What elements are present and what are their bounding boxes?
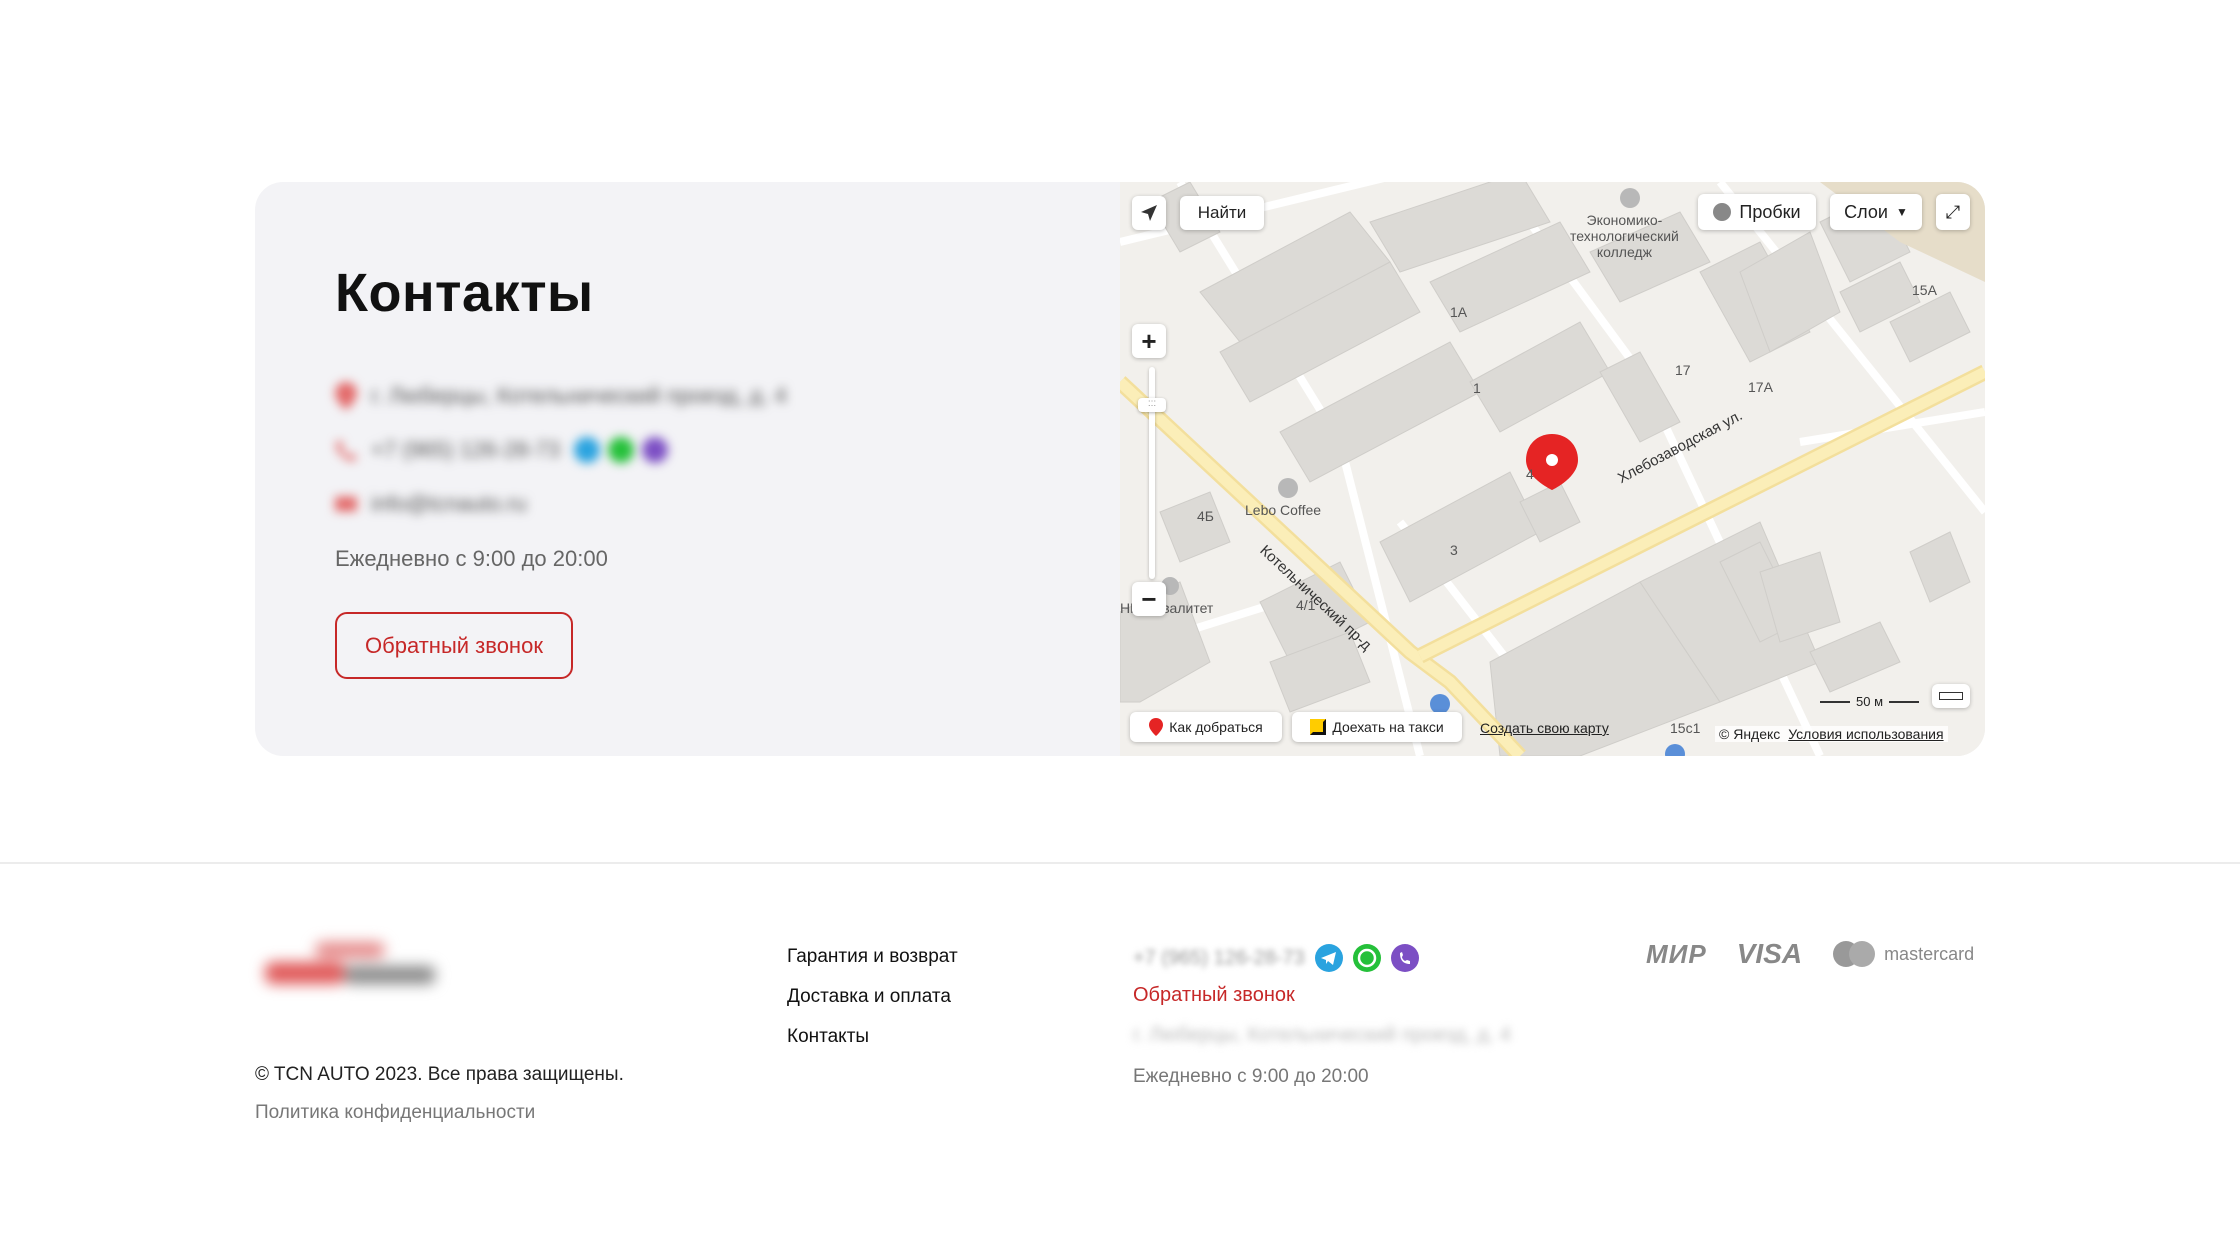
whatsapp-icon[interactable] bbox=[607, 437, 634, 463]
house-number: 1А bbox=[1450, 304, 1468, 320]
mir-logo: МИР bbox=[1646, 938, 1707, 969]
scale-bar-left bbox=[1820, 700, 1850, 703]
house-number: 4 bbox=[1526, 466, 1534, 482]
footer-phone[interactable]: +7 (965) 126-28-73 bbox=[1133, 947, 1305, 970]
working-hours: Ежедневно с 9:00 до 20:00 bbox=[335, 546, 608, 571]
footer-hours: Ежедневно с 9:00 до 20:00 bbox=[1133, 1066, 1369, 1087]
route-button[interactable]: Как добраться bbox=[1130, 712, 1282, 742]
phone-row: +7 (965) 126-28-73 bbox=[335, 436, 668, 464]
address-text: г. Люберцы, Котельнический проезд, д. 4 bbox=[371, 383, 787, 408]
layers-button[interactable]: Слои ▼ bbox=[1830, 194, 1922, 230]
yandex-copyright: © Яндекс bbox=[1719, 726, 1781, 742]
footer-nav: Гарантия и возврат Доставка и оплата Кон… bbox=[787, 946, 958, 1048]
traffic-icon bbox=[1713, 203, 1732, 221]
phone-icon bbox=[336, 440, 357, 461]
mastercard-logo: mastercard bbox=[1832, 940, 1974, 968]
taxi-icon bbox=[1310, 719, 1327, 735]
terms-link[interactable]: Условия использования bbox=[1788, 726, 1943, 742]
map-scale: 50 м bbox=[1820, 694, 1920, 709]
taxi-label: Доехать на такси bbox=[1332, 719, 1444, 735]
geolocation-arrow-icon bbox=[1141, 205, 1157, 221]
poi-cafe-label[interactable]: Lebo Coffee bbox=[1245, 502, 1321, 518]
create-map-link[interactable]: Создать свою карту bbox=[1480, 720, 1609, 736]
email-text[interactable]: info@tcnauto.ru bbox=[371, 491, 527, 517]
telegram-icon[interactable] bbox=[1314, 944, 1343, 972]
expand-icon: ⤢ bbox=[1945, 201, 1961, 222]
footer-callback-link[interactable]: Обратный звонок bbox=[1133, 984, 1295, 1007]
mastercard-text: mastercard bbox=[1884, 943, 1975, 964]
mastercard-circles-icon bbox=[1833, 941, 1876, 967]
poi-college-label[interactable]: Экономико- технологический колледж bbox=[1570, 212, 1679, 260]
taxi-button[interactable]: Доехать на такси bbox=[1292, 712, 1462, 742]
footer-address: г. Люберцы, Котельнический проезд, д. 4 bbox=[1133, 1024, 1511, 1046]
zoom-out-button[interactable]: − bbox=[1132, 582, 1166, 616]
house-number: 3 bbox=[1450, 542, 1458, 558]
chevron-down-icon: ▼ bbox=[1895, 205, 1908, 219]
house-number: 15с1 bbox=[1670, 720, 1701, 736]
payment-methods: МИР VISA mastercard bbox=[1646, 938, 1974, 970]
viber-icon[interactable] bbox=[1390, 944, 1419, 972]
email-row: info@tcnauto.ru bbox=[335, 490, 527, 518]
telegram-icon[interactable] bbox=[573, 437, 600, 463]
map-attribution: © Яндекс Условия использования bbox=[1715, 726, 1948, 742]
scale-bar-right bbox=[1889, 700, 1920, 703]
yandex-map[interactable]: 1А 1 17 17А 15А 4Б 4/1 3 4 15с1 Экономик… bbox=[1120, 182, 1985, 756]
nav-contacts-link[interactable]: Контакты bbox=[787, 1026, 958, 1048]
ruler-icon bbox=[1939, 692, 1963, 700]
minus-icon: − bbox=[1141, 583, 1157, 614]
house-number: 1 bbox=[1473, 380, 1481, 396]
zoom-slider-handle[interactable]: ::: bbox=[1138, 398, 1166, 412]
scale-label: 50 м bbox=[1856, 694, 1884, 709]
house-number: 4Б bbox=[1197, 508, 1214, 524]
viber-icon[interactable] bbox=[641, 437, 668, 463]
footer-logo[interactable] bbox=[255, 932, 445, 1012]
map-search-button[interactable]: Найти bbox=[1180, 196, 1264, 230]
fullscreen-button[interactable]: ⤢ bbox=[1936, 194, 1970, 230]
privacy-policy-link[interactable]: Политика конфиденциальности bbox=[255, 1102, 535, 1124]
nav-warranty-link[interactable]: Гарантия и возврат bbox=[787, 946, 958, 968]
copyright-text: © TCN AUTO 2023. Все права защищены. bbox=[255, 1064, 624, 1085]
footer-phone-row: +7 (965) 126-28-73 bbox=[1133, 944, 1419, 972]
page-title: Контакты bbox=[335, 263, 594, 323]
route-pin-icon bbox=[1149, 718, 1164, 736]
logo-image bbox=[265, 942, 435, 984]
whatsapp-icon[interactable] bbox=[1352, 944, 1381, 972]
house-number: 15А bbox=[1912, 282, 1937, 298]
zoom-in-button[interactable]: + bbox=[1132, 324, 1166, 358]
layers-label: Слои bbox=[1844, 201, 1888, 222]
visa-logo: VISA bbox=[1736, 938, 1803, 969]
plus-icon: + bbox=[1141, 325, 1157, 356]
house-number: 17А bbox=[1748, 379, 1773, 395]
location-pin-icon bbox=[335, 382, 357, 410]
nav-delivery-link[interactable]: Доставка и оплата bbox=[787, 986, 958, 1008]
callback-button[interactable]: Обратный звонок bbox=[335, 612, 573, 679]
footer-divider bbox=[0, 862, 2240, 864]
house-number: 17 bbox=[1675, 362, 1691, 378]
map-canvas[interactable] bbox=[1120, 182, 1985, 756]
mail-icon bbox=[335, 496, 357, 512]
route-label: Как добраться bbox=[1169, 719, 1263, 735]
ruler-button[interactable] bbox=[1932, 684, 1970, 708]
traffic-label: Пробки bbox=[1739, 201, 1801, 222]
phone-text[interactable]: +7 (965) 126-28-73 bbox=[371, 437, 560, 463]
address-row: г. Люберцы, Котельнический проезд, д. 4 bbox=[335, 382, 787, 410]
traffic-button[interactable]: Пробки bbox=[1698, 194, 1816, 230]
contacts-info: Контакты г. Люберцы, Котельнический прое… bbox=[335, 182, 1095, 756]
contacts-card: Контакты г. Люберцы, Котельнический прое… bbox=[255, 182, 1985, 756]
geolocation-button[interactable] bbox=[1132, 196, 1166, 230]
footer-contacts: +7 (965) 126-28-73 Обратный звонок г. Лю… bbox=[1133, 944, 1511, 1087]
